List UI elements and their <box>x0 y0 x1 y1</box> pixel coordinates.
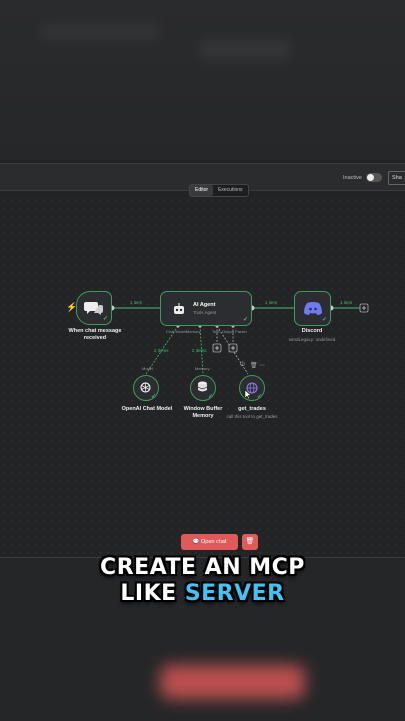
item-count: 2 items <box>154 348 169 353</box>
connections <box>109 303 369 375</box>
node-chat-trigger[interactable]: ✓ <box>76 291 112 325</box>
power-icon[interactable]: ⏻ <box>240 362 245 369</box>
item-count: 1 item <box>130 300 143 305</box>
port-label-model: Chat Model <box>166 329 187 334</box>
agent-title: AI Agent <box>193 302 216 308</box>
open-chat-label: Open chat <box>201 539 227 545</box>
memory-port-label: Memory <box>195 366 210 371</box>
port-label-memory: Memory <box>186 329 201 334</box>
success-check-icon: ✓ <box>256 394 262 400</box>
open-chat-button[interactable]: 💬 Open chat <box>181 534 238 550</box>
robot-icon <box>174 303 184 314</box>
caption-line-1: CREATE AN MCP <box>100 555 305 580</box>
more-icon[interactable]: ⋯ <box>259 362 265 369</box>
mouse-cursor-icon <box>244 390 252 400</box>
tool-title: get_trades <box>238 406 266 412</box>
node-openai-model[interactable]: ✓ <box>133 375 159 401</box>
chat-bubble-icon <box>84 302 103 315</box>
tool-subtitle: call this tool to get_trades <box>226 414 278 419</box>
model-port-label: Model <box>142 366 153 371</box>
node-window-memory[interactable]: ✓ <box>190 375 216 401</box>
success-check-icon: ✓ <box>150 394 156 400</box>
database-icon <box>197 381 208 392</box>
discord-title: Discord <box>301 328 323 334</box>
discord-subtitle: sendLegacy: undefined <box>288 337 336 342</box>
trigger-title-line2: received <box>83 335 107 341</box>
caption-word-like: LIKE <box>120 581 177 606</box>
chat-icon: 💬 <box>192 539 201 545</box>
item-count: 1 item <box>340 300 353 305</box>
agent-subtitle: Tools Agent <box>193 310 217 315</box>
node-get-trades-tool[interactable]: ✓ <box>239 375 265 401</box>
trigger-title: When chat message received <box>58 328 132 342</box>
success-check-icon: ✓ <box>102 316 108 322</box>
success-check-icon: ✓ <box>321 317 327 323</box>
success-check-icon: ✓ <box>207 394 213 400</box>
discord-icon <box>304 302 322 315</box>
blurred-button <box>160 665 305 699</box>
delete-chat-button[interactable]: 🗑 <box>242 534 258 550</box>
node-discord[interactable]: ✓ <box>294 291 331 326</box>
item-count: 1 item <box>265 300 278 305</box>
caption-line-2: LIKE SERVER <box>0 581 405 606</box>
trigger-title-line1: When chat message <box>68 328 122 334</box>
caption-word-server: SERVER <box>184 581 285 606</box>
success-check-icon: ✓ <box>242 317 248 323</box>
port-label-parser: Output Parser <box>222 329 247 334</box>
plus-icon <box>362 306 366 310</box>
trash-small-icon[interactable]: 🗑 <box>250 362 258 369</box>
item-count: 2 items <box>192 348 207 353</box>
port-label-tool: Tool <box>212 329 220 334</box>
node-ai-agent[interactable]: AI Agent Tools Agent ✓ <box>160 291 252 326</box>
